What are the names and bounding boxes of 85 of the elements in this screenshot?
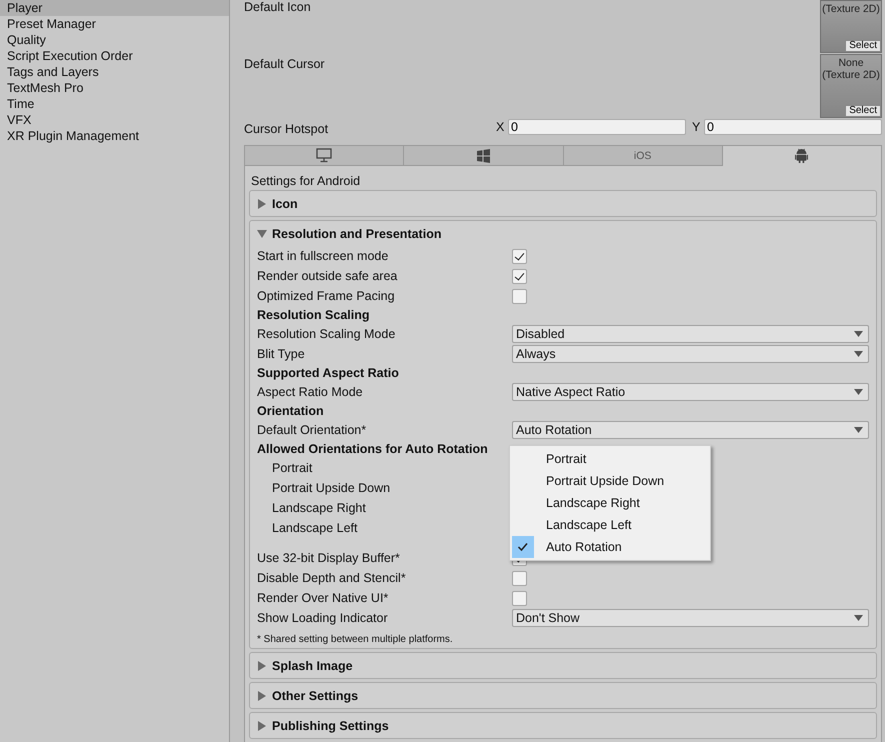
footnote: * Shared setting between multiple platforms. xyxy=(257,633,454,647)
texture-slot[interactable]: (Texture 2D) Select xyxy=(820,0,882,53)
texture-slot[interactable]: None (Texture 2D) Select xyxy=(820,54,882,118)
section-title[interactable]: Resolution and Presentation xyxy=(272,226,442,240)
checkbox[interactable] xyxy=(512,590,527,606)
checkbox[interactable] xyxy=(512,570,527,586)
sidebar-item[interactable]: TextMesh Pro xyxy=(0,80,229,96)
menu-item[interactable]: Portrait Upside Down xyxy=(546,474,664,488)
group-heading: Supported Aspect Ratio xyxy=(257,366,399,380)
group-heading: Orientation xyxy=(257,404,324,418)
group-heading: Resolution Scaling xyxy=(257,308,370,322)
checkbox[interactable] xyxy=(512,248,527,264)
setting-label: Render Over Native UI* xyxy=(257,591,390,605)
settings-title: Settings for Android xyxy=(250,174,362,190)
caret-icon xyxy=(854,615,863,621)
dropdown[interactable]: Don't Show xyxy=(512,609,869,627)
setting-label: Disable Depth and Stencil* xyxy=(257,571,407,585)
caret-icon xyxy=(854,331,863,337)
menu-item[interactable]: Landscape Left xyxy=(546,518,632,532)
sidebar-item[interactable]: Script Execution Order xyxy=(0,48,229,64)
monitor-icon xyxy=(316,148,332,163)
caret-icon xyxy=(854,351,863,357)
axis-label: X xyxy=(496,120,506,134)
setting-label: Aspect Ratio Mode xyxy=(257,385,364,399)
setting-label: Render outside safe area xyxy=(257,269,398,283)
setting-label: Default Orientation* xyxy=(257,423,368,437)
menu-item[interactable]: Landscape Right xyxy=(546,496,640,510)
collapsed-triangle-icon[interactable] xyxy=(257,660,267,670)
collapsed-triangle-icon[interactable] xyxy=(257,690,267,700)
windows-logo-icon xyxy=(476,148,490,162)
platform-tab[interactable] xyxy=(404,146,564,166)
y-field[interactable]: 0 xyxy=(704,119,882,135)
setting-label: Portrait xyxy=(271,461,314,475)
menu-item[interactable]: Auto Rotation xyxy=(546,540,622,554)
select-button[interactable]: Select xyxy=(845,40,881,52)
section-title[interactable]: Icon xyxy=(272,196,298,210)
field-label: Default Icon xyxy=(244,0,311,16)
dropdown[interactable]: Auto Rotation xyxy=(512,421,869,439)
thumbnail-text: None (Texture 2D) xyxy=(821,56,881,81)
select-button[interactable]: Select xyxy=(845,105,881,117)
caret-icon xyxy=(854,389,863,395)
platform-tab[interactable]: iOS xyxy=(564,146,723,166)
dropdown-value: Always xyxy=(516,347,556,361)
checkbox[interactable] xyxy=(512,268,527,284)
setting-label: Optimized Frame Pacing xyxy=(257,289,396,303)
dropdown-value: Don't Show xyxy=(516,611,580,625)
dropdown-value: Auto Rotation xyxy=(516,423,592,437)
dropdown[interactable]: Always xyxy=(512,345,869,363)
setting-label: Show Loading Indicator xyxy=(257,611,389,625)
collapsed-triangle-icon[interactable] xyxy=(257,198,267,208)
setting-label: Landscape Right xyxy=(271,501,367,515)
setting-label: Portrait Upside Down xyxy=(271,481,392,495)
thumbnail-text: (Texture 2D) xyxy=(821,2,881,15)
platform-tab[interactable] xyxy=(722,146,881,166)
sidebar-item[interactable]: Quality xyxy=(0,32,229,48)
sidebar-item[interactable]: Player xyxy=(0,0,229,16)
section-title[interactable]: Publishing Settings xyxy=(272,718,389,732)
sidebar-item[interactable]: Tags and Layers xyxy=(0,64,229,80)
menu-item[interactable]: Portrait xyxy=(546,452,586,466)
dropdown[interactable]: Native Aspect Ratio xyxy=(512,383,869,401)
caret-icon xyxy=(854,427,863,433)
dropdown[interactable]: Disabled xyxy=(512,325,869,343)
group-heading: Allowed Orientations for Auto Rotation xyxy=(257,442,488,456)
setting-label: Landscape Left xyxy=(271,521,358,535)
android-robot-icon xyxy=(795,148,808,163)
section-title[interactable]: Splash Image xyxy=(272,658,353,672)
sidebar-item[interactable]: VFX xyxy=(0,112,229,128)
tab-label: iOS xyxy=(634,150,652,162)
section-title[interactable]: Other Settings xyxy=(272,688,358,702)
field-label: Cursor Hotspot xyxy=(244,121,328,136)
sidebar-item[interactable]: Preset Manager xyxy=(0,16,229,32)
sidebar-item[interactable]: XR Plugin Management xyxy=(0,128,229,144)
x-field[interactable]: 0 xyxy=(508,119,686,135)
setting-label: Use 32-bit Display Buffer* xyxy=(257,551,401,565)
setting-label: Blit Type xyxy=(257,347,306,361)
dropdown-value: Native Aspect Ratio xyxy=(516,385,626,399)
setting-label: Resolution Scaling Mode xyxy=(257,327,396,341)
field-label: Default Cursor xyxy=(244,56,325,73)
setting-label: Start in fullscreen mode xyxy=(257,249,390,263)
dropdown-value: Disabled xyxy=(516,327,565,341)
sidebar-item[interactable]: Time xyxy=(0,96,229,112)
checkbox[interactable] xyxy=(512,288,527,304)
expanded-triangle-icon[interactable] xyxy=(257,228,267,238)
collapsed-triangle-icon[interactable] xyxy=(257,720,267,730)
axis-label: Y xyxy=(692,120,702,134)
